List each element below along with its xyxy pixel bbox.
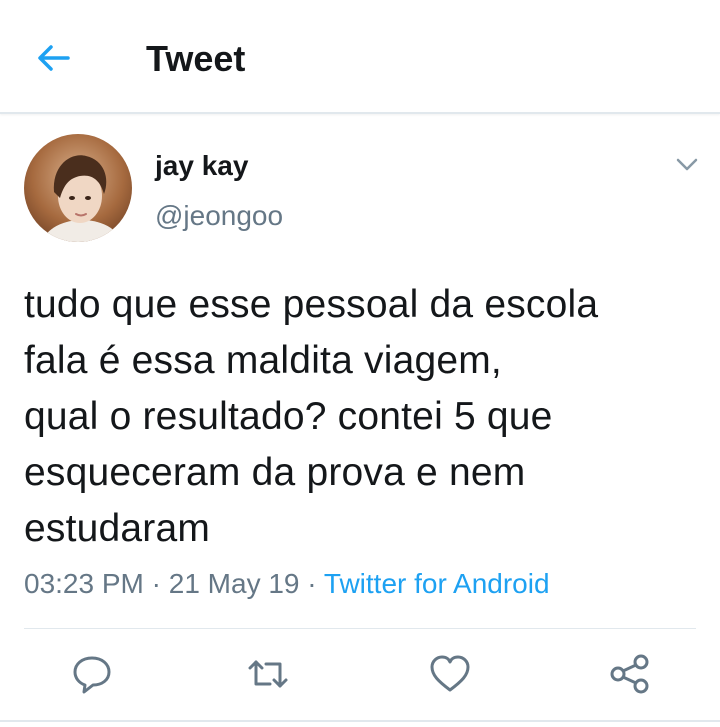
tweet-menu-button[interactable]: [674, 154, 700, 176]
page-title: Tweet: [146, 38, 246, 79]
reply-icon: [73, 656, 111, 694]
bottom-divider: [0, 720, 720, 722]
top-app-bar: Tweet: [0, 0, 720, 114]
share-button[interactable]: [608, 652, 652, 696]
arrow-left-icon: [38, 45, 70, 71]
tweet-time: 03:23 PM: [24, 568, 144, 599]
meta-separator: ·: [299, 568, 324, 599]
back-button[interactable]: [34, 38, 74, 78]
author-display-name[interactable]: jay kay: [155, 150, 248, 182]
tweet-source-link[interactable]: Twitter for Android: [324, 568, 550, 599]
meta-separator: ·: [143, 568, 169, 599]
author-handle[interactable]: @jeongoo: [155, 200, 283, 232]
user-avatar-icon: [24, 134, 132, 242]
retweet-button[interactable]: [246, 652, 290, 696]
chevron-down-icon: [676, 158, 698, 171]
heart-icon: [430, 655, 470, 692]
retweet-icon: [248, 660, 288, 688]
tweet-date: 21 May 19: [168, 568, 300, 599]
reply-button[interactable]: [70, 652, 114, 696]
tweet-text: tudo que esse pessoal da escola fala é e…: [24, 283, 599, 550]
avatar[interactable]: [24, 134, 132, 242]
share-icon: [610, 654, 649, 694]
tweet-meta: 03:23 PM · 21 May 19 · Twitter for Andro…: [24, 566, 550, 602]
divider: [24, 628, 696, 629]
like-button[interactable]: [428, 652, 472, 696]
